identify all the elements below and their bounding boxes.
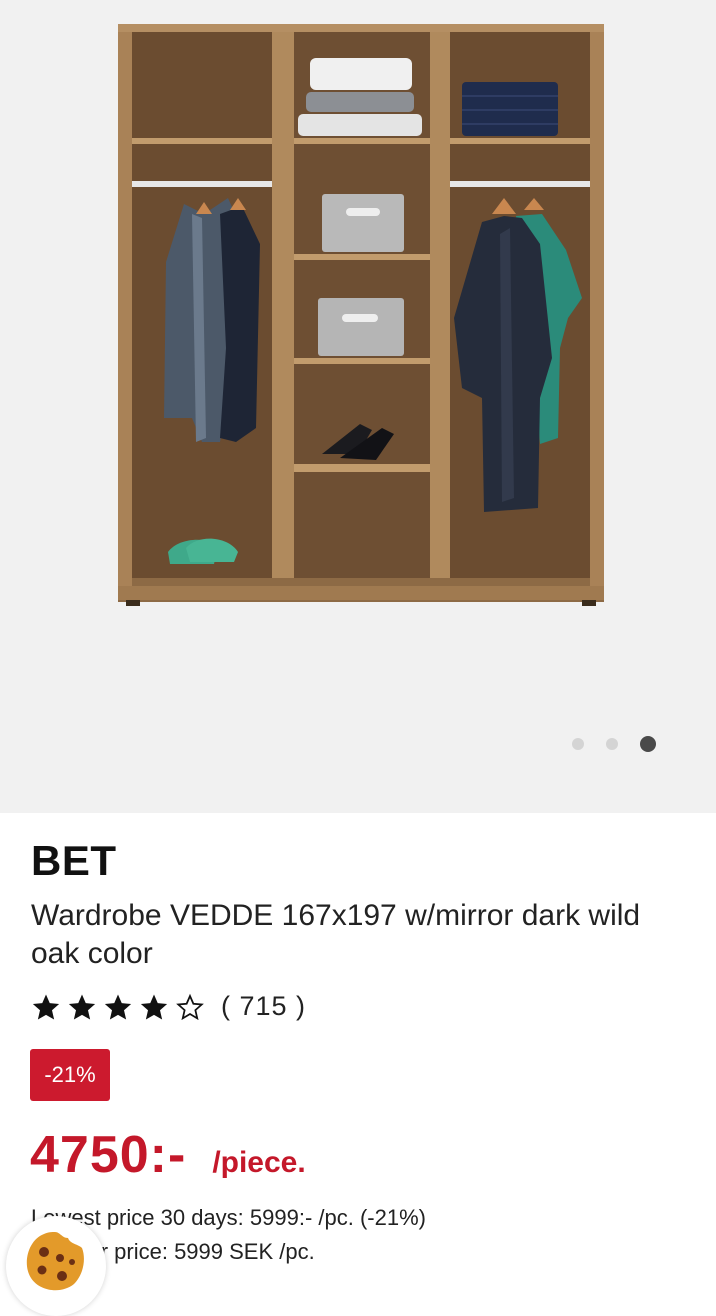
product-rating[interactable]: ( 715 ): [31, 991, 306, 1022]
product-image[interactable]: [110, 18, 610, 608]
discount-badge: -21%: [30, 1049, 110, 1101]
star-filled-icon: [104, 994, 132, 1019]
star-filled-icon: [140, 994, 168, 1019]
product-title: Wardrobe VEDDE 167x197 w/mirror dark wil…: [31, 899, 641, 970]
price: 4750:-: [30, 1126, 187, 1184]
carousel-dot-1[interactable]: [572, 738, 584, 750]
lowest-price-30-days: Lowest price 30 days: 5999:- /pc. (-21%): [31, 1205, 426, 1230]
price-row: 4750:- /piece.: [30, 1125, 306, 1185]
carousel-indicator[interactable]: [572, 736, 678, 752]
cookie-settings-button[interactable]: [6, 1216, 106, 1316]
star-outline-icon: [176, 993, 204, 1020]
price-unit: /piece.: [212, 1146, 306, 1179]
product-brand[interactable]: BET: [31, 837, 117, 885]
product-info: BET Wardrobe VEDDE 167x197 w/mirror dark…: [0, 813, 716, 1280]
carousel-dot-2[interactable]: [606, 738, 618, 750]
cookie-icon: [26, 1232, 84, 1291]
product-gallery[interactable]: [0, 0, 716, 813]
star-filled-icon: [68, 994, 96, 1019]
star-filled-icon: [32, 994, 60, 1019]
carousel-dot-3-active[interactable]: [640, 736, 656, 752]
review-count[interactable]: ( 715 ): [221, 991, 306, 1022]
